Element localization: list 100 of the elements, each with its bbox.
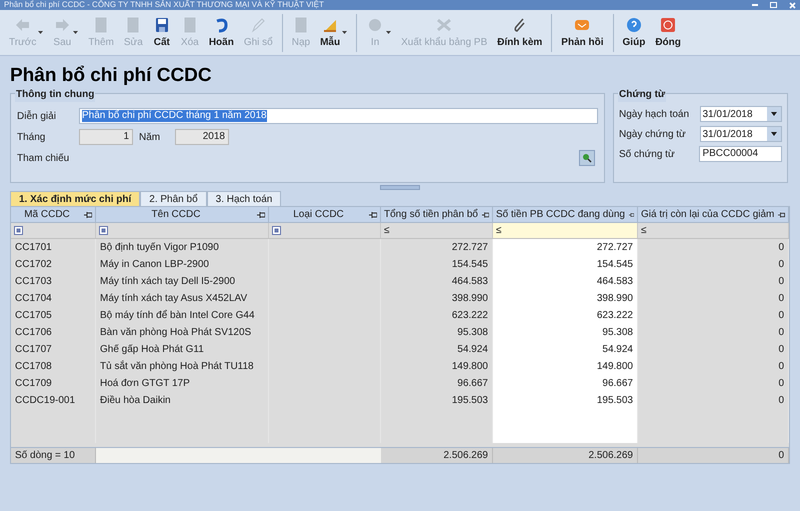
table-cell: Ghế gấp Hoà Phát G11: [100, 344, 204, 355]
tab[interactable]: 2. Phân bổ: [140, 191, 207, 206]
field-label: Năm: [138, 130, 162, 144]
tab[interactable]: 1. Xác định mức chi phí: [10, 191, 140, 206]
table-cell: 195.503: [452, 395, 488, 406]
search-icon: [582, 153, 592, 163]
filter-cell[interactable]: [96, 223, 269, 238]
description-field[interactable]: Phân bổ chi phí CCDC tháng 1 năm 2018: [79, 108, 598, 124]
table-cell: CC1703: [15, 276, 52, 287]
field-label: Tháng: [17, 130, 46, 144]
toolbar-button[interactable]: Phản hồi: [556, 16, 609, 50]
filter-cell[interactable]: ≤: [638, 223, 789, 238]
table-cell: CC1708: [15, 361, 52, 372]
toolbar-button[interactable]: Đóng: [650, 16, 686, 50]
tab[interactable]: 3. Hạch toán: [206, 191, 282, 206]
table-cell: 0: [778, 327, 784, 338]
table-cell: 95.308: [457, 327, 488, 338]
table-cell: Máy in Canon LBP-2900: [100, 259, 209, 270]
table-cell: Bộ máy tính để bàn Intel Core G44: [100, 310, 255, 321]
table-cell: 0: [778, 344, 784, 355]
month-field: 1: [79, 129, 133, 145]
table-cell: 149.800: [596, 361, 633, 372]
caret-icon: [342, 31, 348, 34]
table-cell: 96.667: [457, 378, 488, 389]
table-cell: 0: [778, 242, 784, 253]
help-icon: [624, 16, 643, 34]
pin-icon[interactable]: [369, 212, 377, 218]
field-label: Diễn giải: [17, 109, 57, 124]
collapse-handle[interactable]: [380, 185, 420, 190]
caret-icon: [771, 112, 777, 116]
filter-operator[interactable]: ≤: [384, 223, 390, 238]
dropdown-button[interactable]: [767, 107, 781, 121]
row-count: Số dòng = 10: [15, 450, 75, 461]
date-field[interactable]: 31/01/2018: [700, 126, 782, 142]
column-header[interactable]: Tổng số tiền phân bổ: [381, 207, 493, 222]
close-icon: [659, 16, 678, 34]
pin-icon[interactable]: [778, 212, 785, 218]
table-cell: Máy tính xách tay Asus X452LAV: [100, 293, 248, 304]
toolbar-button[interactable]: Mẫu: [315, 16, 352, 50]
column-header[interactable]: Mã CCDC: [11, 207, 96, 222]
caret-icon: [73, 31, 78, 34]
voucher-number-field[interactable]: PBCC00004: [699, 146, 782, 162]
caret-icon: [38, 31, 44, 34]
table-cell: Điều hòa Daikin: [100, 395, 171, 406]
table-cell: 54.924: [457, 344, 488, 355]
pencil-icon: [249, 16, 268, 34]
maximize-icon[interactable]: [770, 2, 777, 8]
filter-operator[interactable]: ≤: [641, 223, 646, 238]
date-field[interactable]: 31/01/2018: [700, 106, 782, 122]
close-icon[interactable]: [789, 2, 796, 8]
filter-cell[interactable]: [269, 223, 381, 238]
column-header[interactable]: Số tiền PB CCDC đang dùng: [493, 207, 638, 222]
filter-cell[interactable]: [11, 223, 96, 238]
table-cell: 154.545: [596, 259, 633, 270]
table-cell: 623.222: [452, 310, 488, 321]
column-header[interactable]: Tên CCDC: [96, 207, 269, 222]
table-cell: Hoá đơn GTGT 17P: [100, 378, 190, 389]
panel-title: Chứng từ: [618, 87, 666, 102]
field-label: Tham chiếu: [17, 152, 70, 166]
filter-cell[interactable]: ≤: [493, 223, 638, 238]
table-cell: 464.583: [452, 276, 488, 287]
table-cell: 149.800: [452, 361, 488, 372]
toolbar-button[interactable]: Hoãn: [204, 16, 239, 50]
filter-icon[interactable]: [99, 226, 108, 235]
toolbar-button[interactable]: Cất: [148, 16, 176, 50]
summary-cell: 2.506.269: [588, 450, 633, 461]
toolbar-button[interactable]: Giúp: [618, 16, 650, 50]
table-cell: 0: [778, 276, 784, 287]
field-label: Ngày chứng từ: [619, 128, 687, 142]
pin-icon[interactable]: [257, 212, 265, 218]
filter-icon[interactable]: [272, 226, 281, 235]
caret-icon: [386, 31, 392, 34]
dropdown-button[interactable]: [767, 127, 781, 141]
field-label: Ngày hạch toán: [619, 108, 690, 122]
column-header[interactable]: Giá trị còn lại của CCDC giảm: [638, 207, 789, 222]
table-cell: CC1704: [15, 293, 52, 304]
pin-icon[interactable]: [628, 212, 634, 218]
field-label: Số chứng từ: [619, 148, 676, 162]
pin-icon[interactable]: [482, 212, 489, 218]
table-cell: CC1707: [15, 344, 52, 355]
toolbar-button[interactable]: Đính kèm: [492, 16, 548, 50]
table-cell: CCDC19-001: [15, 395, 76, 406]
pin-icon[interactable]: [84, 212, 92, 218]
window-title: Phân bổ chi phí CCDC - CÔNG TY TNHH SẢN XUẤT THƯƠNG MẠI VÀ KỸ THUẬT VIỆT: [4, 0, 324, 10]
table-cell: 623.222: [596, 310, 633, 321]
table-cell: 154.545: [452, 259, 488, 270]
filter-operator[interactable]: ≤: [496, 223, 502, 238]
table-cell: CC1701: [15, 242, 52, 253]
page-heading: Phân bổ chi phí CCDC: [10, 64, 213, 88]
table-cell: 195.503: [596, 395, 633, 406]
reference-button[interactable]: [579, 150, 595, 166]
table-cell: 0: [778, 361, 784, 372]
table-cell: Máy tính xách tay Dell I5-2900: [100, 276, 236, 287]
table-cell: 272.727: [596, 242, 633, 253]
table-cell: CC1705: [15, 310, 52, 321]
filter-icon[interactable]: [14, 226, 23, 235]
table-cell: Bàn văn phòng Hoà Phát SV120S: [100, 327, 252, 338]
year-field: 2018: [175, 129, 229, 145]
column-header[interactable]: Loại CCDC: [269, 207, 381, 222]
summary-cell: 2.506.269: [444, 450, 488, 461]
